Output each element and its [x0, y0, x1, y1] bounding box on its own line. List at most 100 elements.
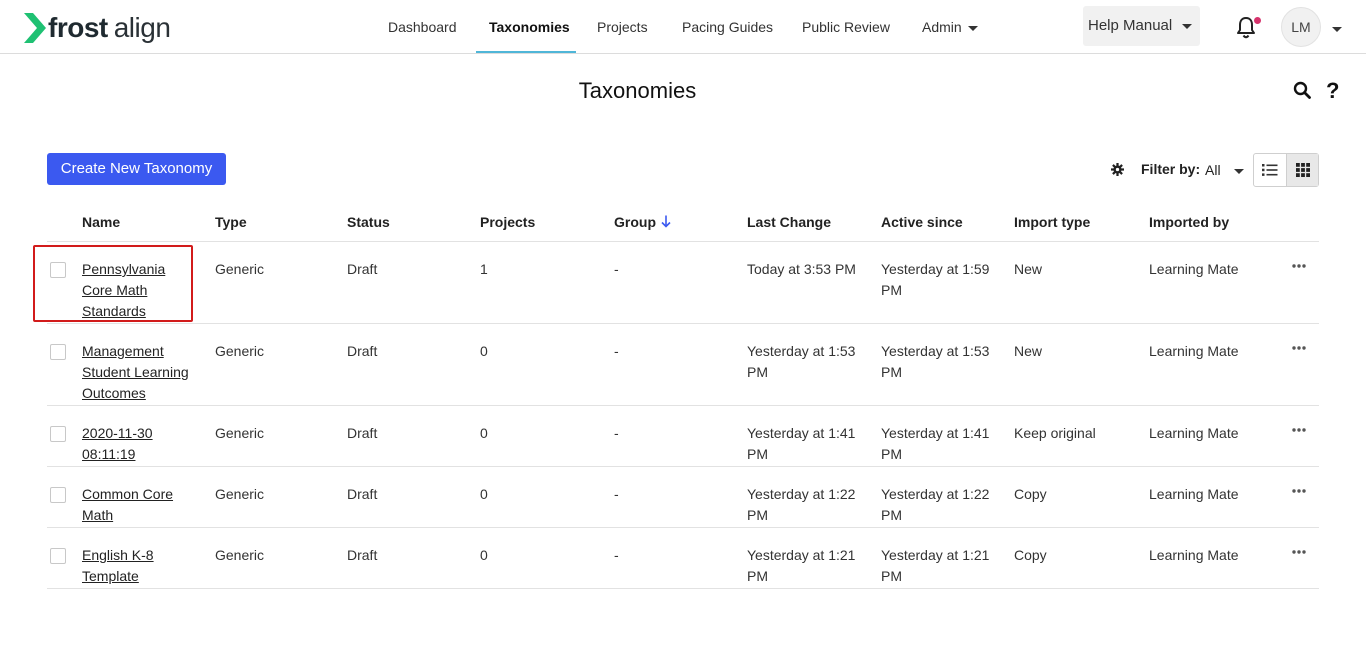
list-view-icon: [1262, 164, 1278, 176]
taxonomy-name-link[interactable]: English K-8 Template: [82, 545, 172, 587]
column-header-group[interactable]: Group: [614, 214, 656, 230]
table-row: Common Core Math Generic Draft 0 - Yeste…: [47, 467, 1319, 528]
cell-import-type: New: [1014, 261, 1043, 277]
top-navbar: frost align Dashboard Taxonomies Projects…: [0, 0, 1366, 54]
list-view-button[interactable]: [1254, 154, 1286, 186]
cell-import-type: Keep original: [1014, 425, 1096, 441]
cell-last-change: Yesterday at 1:41 PM: [747, 425, 856, 462]
cell-status: Draft: [347, 261, 378, 277]
column-header-type[interactable]: Type: [215, 214, 247, 230]
cell-import-type: Copy: [1014, 547, 1047, 563]
cell-type: Generic: [215, 261, 265, 277]
question-icon[interactable]: ?: [1326, 78, 1339, 104]
row-checkbox[interactable]: [50, 548, 66, 564]
column-header-import-type[interactable]: Import type: [1014, 214, 1090, 230]
column-header-last-change[interactable]: Last Change: [747, 214, 831, 230]
row-checkbox[interactable]: [50, 344, 66, 360]
cell-projects: 1: [480, 261, 488, 277]
cell-status: Draft: [347, 547, 378, 563]
cell-group: -: [614, 486, 619, 502]
cell-last-change: Yesterday at 1:21 PM: [747, 547, 856, 584]
cell-imported-by: Learning Mate: [1149, 547, 1239, 563]
table-row: English K-8 Template Generic Draft 0 - Y…: [47, 528, 1319, 589]
more-options-icon[interactable]: [1292, 489, 1306, 493]
cell-active-since: Yesterday at 1:59 PM: [881, 261, 990, 298]
cell-status: Draft: [347, 425, 378, 441]
cell-type: Generic: [215, 343, 265, 359]
cell-imported-by: Learning Mate: [1149, 425, 1239, 441]
cell-projects: 0: [480, 486, 488, 502]
row-checkbox[interactable]: [50, 487, 66, 503]
active-tab-indicator: [476, 51, 576, 53]
nav-item-public-review[interactable]: Public Review: [802, 0, 890, 54]
taxonomy-name-link[interactable]: Common Core Math: [82, 484, 182, 526]
cell-last-change: Yesterday at 1:53 PM: [747, 343, 856, 380]
taxonomy-name-link[interactable]: 2020-11-30 08:11:19: [82, 423, 172, 465]
avatar[interactable]: LM: [1281, 7, 1321, 47]
logo-chevron-icon: [24, 13, 46, 43]
taxonomy-name-link[interactable]: Management Student Learning Outcomes: [82, 341, 194, 404]
more-options-icon[interactable]: [1292, 428, 1306, 432]
nav-item-admin-label: Admin: [922, 19, 962, 35]
frost-align-logo[interactable]: frost align: [24, 12, 171, 44]
taxonomy-name-link[interactable]: Pennsylvania Core Math Standards: [82, 259, 194, 322]
logo-text-bold: frost: [48, 12, 108, 43]
more-options-icon[interactable]: [1292, 264, 1306, 268]
cell-group: -: [614, 425, 619, 441]
nav-item-taxonomies[interactable]: Taxonomies: [489, 0, 570, 54]
chevron-down-icon: [1182, 23, 1193, 29]
cell-group: -: [614, 261, 619, 277]
logo-text-light: align: [113, 12, 171, 43]
gear-icon[interactable]: [1111, 163, 1124, 176]
grid-view-icon: [1295, 163, 1310, 177]
sort-arrow-down-icon[interactable]: [661, 215, 671, 228]
more-options-icon[interactable]: [1292, 346, 1306, 350]
chevron-down-icon[interactable]: [1332, 27, 1342, 32]
chevron-down-icon[interactable]: [1234, 169, 1244, 174]
search-icon[interactable]: [1293, 81, 1311, 99]
cell-import-type: New: [1014, 343, 1043, 359]
cell-imported-by: Learning Mate: [1149, 343, 1239, 359]
cell-active-since: Yesterday at 1:21 PM: [881, 547, 990, 584]
help-manual-dropdown[interactable]: Help Manual: [1083, 6, 1200, 46]
column-header-name[interactable]: Name: [82, 214, 120, 230]
more-options-icon[interactable]: [1292, 550, 1306, 554]
row-checkbox[interactable]: [50, 426, 66, 442]
cell-last-change: Yesterday at 1:22 PM: [747, 486, 856, 523]
nav-item-projects[interactable]: Projects: [597, 0, 648, 54]
table-row: Pennsylvania Core Math Standards Generic…: [47, 242, 1319, 324]
nav-item-pacing-guides[interactable]: Pacing Guides: [682, 0, 773, 54]
view-toggle: [1253, 153, 1319, 187]
column-header-imported-by[interactable]: Imported by: [1149, 214, 1229, 230]
page-title: Taxonomies: [578, 78, 697, 103]
cell-type: Generic: [215, 486, 265, 502]
column-header-active-since[interactable]: Active since: [881, 214, 963, 230]
row-checkbox[interactable]: [50, 262, 66, 278]
cell-active-since: Yesterday at 1:22 PM: [881, 486, 990, 523]
nav-item-admin[interactable]: Admin: [922, 0, 978, 54]
column-header-status[interactable]: Status: [347, 214, 390, 230]
table-row: Management Student Learning Outcomes Gen…: [47, 324, 1319, 406]
cell-type: Generic: [215, 547, 265, 563]
cell-last-change: Today at 3:53 PM: [747, 261, 856, 277]
cell-projects: 0: [480, 547, 488, 563]
cell-group: -: [614, 343, 619, 359]
cell-status: Draft: [347, 486, 378, 502]
help-manual-label: Help Manual: [1088, 17, 1173, 34]
cell-active-since: Yesterday at 1:41 PM: [881, 425, 990, 462]
cell-type: Generic: [215, 425, 265, 441]
grid-view-button[interactable]: [1286, 154, 1318, 186]
filter-label: Filter by:: [1141, 161, 1201, 177]
cell-status: Draft: [347, 343, 378, 359]
cell-projects: 0: [480, 425, 488, 441]
cell-imported-by: Learning Mate: [1149, 261, 1239, 277]
table-header: Name Type Status Projects Group Last Cha…: [47, 202, 1319, 242]
cell-projects: 0: [480, 343, 488, 359]
filter-select[interactable]: All: [1205, 162, 1221, 178]
table-row: 2020-11-30 08:11:19 Generic Draft 0 - Ye…: [47, 406, 1319, 467]
cell-import-type: Copy: [1014, 486, 1047, 502]
column-header-projects[interactable]: Projects: [480, 214, 535, 230]
notification-badge: [1254, 17, 1261, 24]
nav-item-dashboard[interactable]: Dashboard: [388, 0, 457, 54]
create-taxonomy-button[interactable]: Create New Taxonomy: [47, 153, 226, 185]
